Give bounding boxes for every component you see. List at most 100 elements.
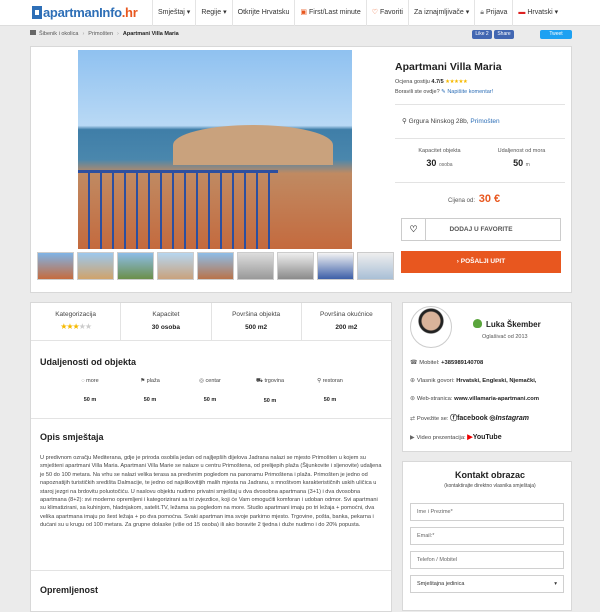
menu-otkrijte[interactable]: Otkrijte Hrvatsku: [231, 0, 295, 26]
host-languages: ⊕ Vlasnik govori: Hrvatski, Engleski, Nje…: [410, 378, 537, 384]
tab-kapacitet[interactable]: Kapacitet 30 osoba: [121, 303, 212, 340]
avatar: [410, 306, 452, 348]
price: Cijena od: 30 €: [448, 193, 501, 205]
thumbnail[interactable]: [277, 252, 314, 280]
youtube-link[interactable]: ▶YouTube: [467, 434, 501, 441]
language-select[interactable]: ▬ Hrvatski ▾: [512, 0, 563, 26]
contact-subtitle: (kontaktirajte direktno vlasnika smješta…: [444, 483, 536, 489]
stayed-question: Boravili ste ovdje? ✎ Napišite komentar!: [395, 89, 494, 95]
tab-povrsina-objekta[interactable]: Površina objekta 500 m2: [212, 303, 302, 340]
facebook-share-button[interactable]: Share: [494, 30, 514, 39]
top-navbar: apartmanInfo.hr Smještaj ▾ Regije ▾ Otkr…: [0, 0, 600, 26]
thumbnail[interactable]: [77, 252, 114, 280]
website-link[interactable]: www.villamaria-apartmani.com: [454, 396, 539, 402]
chevron-right-icon: ›: [456, 258, 459, 265]
restaurant-icon: ⚲: [317, 378, 322, 384]
add-to-favorites-button[interactable]: ♡ DODAJ U FAVORITE: [401, 218, 561, 241]
sea-distance-info: Udaljenost od mora 50 m: [497, 148, 546, 168]
menu-favoriti[interactable]: ♡ Favoriti: [365, 0, 408, 26]
divider: [31, 570, 391, 571]
host-mobile: ☎ Mobitel: +385989140708: [410, 360, 484, 366]
thumbnail[interactable]: [157, 252, 194, 280]
distance-item: ⚑ plaža 50 m: [140, 378, 160, 403]
tab-povrsina-okucnice[interactable]: Površina okućnice 200 m2: [302, 303, 391, 340]
divider: [395, 138, 565, 139]
host-video: ▶ Video prezentacija: ▶YouTube: [410, 434, 502, 441]
logo-text: apartmanInfo: [43, 5, 122, 20]
equipment-title: Opremljenost: [40, 585, 99, 595]
facebook-link[interactable]: ⓕfacebook: [450, 415, 488, 422]
unit-select[interactable]: Smještajna jedinica ▾: [410, 575, 564, 593]
verified-shield-icon: [473, 319, 482, 328]
logo-tld: .hr: [121, 5, 138, 20]
divider: [31, 418, 391, 419]
calendar-icon: ▣: [300, 9, 307, 16]
phone-icon: ☎: [410, 360, 418, 366]
chevron-down-icon: ▾: [554, 581, 557, 587]
rating-stars-icon: ★★★★★: [445, 79, 468, 85]
distance-item: ◌ more 50 m: [81, 378, 99, 403]
description-title: Opis smještaja: [40, 432, 104, 442]
thumbnail[interactable]: [357, 252, 394, 280]
facebook-like-button[interactable]: Like 2: [472, 30, 492, 39]
breadcrumb-item[interactable]: Šibenik i okolica: [39, 31, 78, 37]
mobile-number[interactable]: +385989140708: [441, 360, 483, 366]
host-name: Luka Škember: [486, 320, 541, 329]
info-tabs: Kategorizacija ★★★★★ Kapacitet 30 osoba Po…: [31, 303, 391, 341]
photo-railing: [78, 170, 278, 249]
home-icon[interactable]: [30, 30, 36, 35]
heart-icon: ♡: [371, 9, 379, 16]
thumbnail[interactable]: [237, 252, 274, 280]
breadcrumb-current: Apartmani Villa Maria: [122, 31, 179, 37]
site-logo[interactable]: apartmanInfo.hr: [32, 5, 138, 20]
menu-prijava[interactable]: 🔒︎ Prijava: [474, 0, 512, 26]
capacity-info: Kapacitet objekta 30 osoba: [418, 148, 461, 168]
thumbnail[interactable]: [37, 252, 74, 280]
distance-item: ◎ centar 50 m: [199, 378, 221, 403]
send-inquiry-button[interactable]: › POŠALJI UPIT: [401, 251, 561, 273]
edit-icon: ✎: [441, 89, 446, 95]
logo-icon: [32, 6, 42, 19]
thumbnail[interactable]: [317, 252, 354, 280]
heart-icon: ♡: [402, 219, 426, 240]
menu-regije[interactable]: Regije ▾: [195, 0, 231, 26]
lock-icon: 🔒︎: [480, 9, 484, 16]
breadcrumb-item[interactable]: Primošten: [88, 31, 113, 37]
tab-kategorizacija[interactable]: Kategorizacija ★★★★★: [31, 303, 122, 340]
link-icon: ⊛: [410, 396, 415, 402]
tweet-button[interactable]: Tweet: [540, 30, 572, 39]
map-pin-icon: ⚲: [402, 118, 407, 125]
contact-title: Kontakt obrazac: [454, 470, 525, 480]
target-icon: ◎: [199, 378, 204, 384]
thumbnail[interactable]: [117, 252, 154, 280]
menu-smjestaj[interactable]: Smještaj ▾: [152, 0, 195, 26]
distances-title: Udaljenosti od objekta: [40, 357, 137, 367]
thumbnail-strip: [37, 252, 394, 280]
thumbnail[interactable]: [197, 252, 234, 280]
name-field[interactable]: Ime i Prezime*: [410, 503, 564, 521]
host-website: ⊛ Web-stranica: www.villamaria-apartmani.…: [410, 396, 539, 402]
host-since: Oglašivač od 2013: [482, 334, 528, 340]
distance-item: ⚲ restoran 50 m: [317, 378, 343, 403]
divider: [395, 182, 565, 183]
flag-icon: ⚑: [140, 378, 146, 384]
distance-item: ⛟ trgovina 50 m: [255, 378, 285, 404]
share-icon: ⇄: [410, 416, 415, 422]
category-stars-icon: ★★★★★: [60, 322, 92, 331]
phone-field[interactable]: Telefon / Mobitel: [410, 551, 564, 569]
city-link[interactable]: Primošten: [470, 118, 499, 125]
menu-za-iznajmljivace[interactable]: Za iznajmljivače ▾: [407, 0, 474, 26]
instagram-link[interactable]: ◎Instagram: [489, 415, 529, 422]
menu-first-last-minute[interactable]: ▣ First/Last minute: [294, 0, 365, 26]
email-field[interactable]: Email:*: [410, 527, 564, 545]
main-photo[interactable]: [78, 50, 352, 249]
divider: [395, 104, 565, 105]
distances-list: ◌ more 50 m ⚑ plaža 50 m ◎ centar 50 m ⛟ tr…: [60, 378, 360, 404]
wave-icon: ◌: [81, 378, 85, 384]
write-comment-link[interactable]: ✎ Napišite komentar!: [441, 89, 493, 95]
croatia-flag-icon: ▬: [518, 9, 526, 16]
address: ⚲ Grgura Ninskog 28b, Primošten: [402, 118, 500, 125]
cart-icon: ⛟: [255, 378, 263, 384]
rating: Ocjena gostiju 4.7/5 ★★★★★: [395, 79, 468, 85]
globe-icon: ⊕: [410, 378, 415, 384]
